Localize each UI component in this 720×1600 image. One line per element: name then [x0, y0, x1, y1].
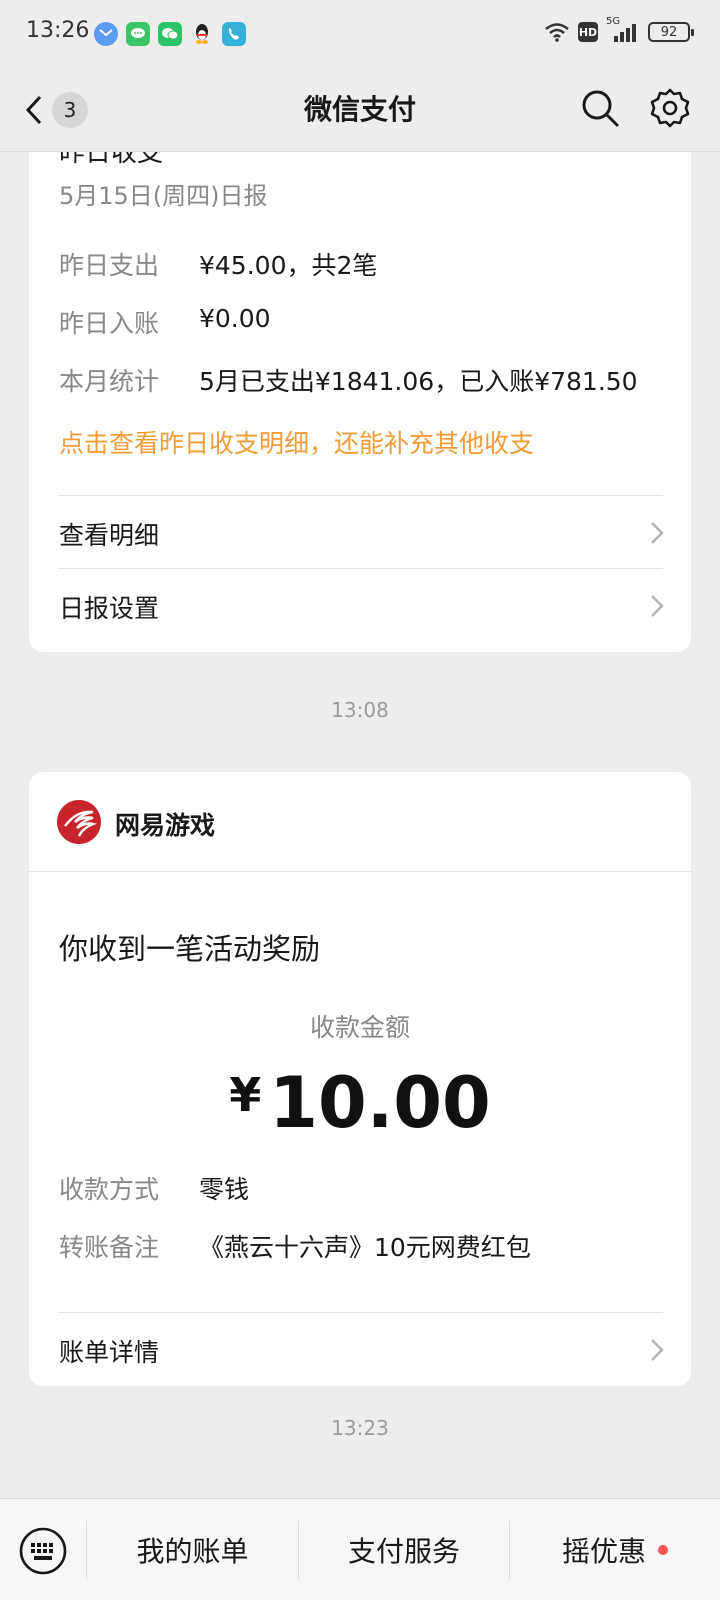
mail-app-icon: [94, 22, 118, 46]
qq-app-icon: [190, 22, 214, 46]
currency-symbol: ¥: [229, 1068, 262, 1122]
wifi-icon: [545, 23, 569, 42]
netease-games-logo: [57, 800, 101, 844]
tab-payment-services-label: 支付服务: [347, 1535, 460, 1568]
status-indicators: HD 5G 92: [544, 16, 694, 44]
income-value: ¥0.00: [199, 304, 271, 333]
report-settings-row[interactable]: 日报设置: [29, 569, 691, 641]
notification-dot: [658, 1545, 668, 1555]
income-label: 昨日入账: [59, 309, 160, 338]
tab-shake-deals[interactable]: 摇优惠: [510, 1499, 720, 1600]
chevron-right-icon: [651, 595, 664, 617]
report-date: 5月15日(周四)日报: [59, 182, 268, 210]
view-details-label: 查看明细: [59, 521, 160, 550]
transfer-note-row: 转账备注 《燕云十六声》10元网费红包: [59, 1228, 531, 1264]
expense-row: 昨日支出 ¥45.00，共2笔: [59, 246, 377, 282]
notification-icons: [94, 22, 246, 46]
monthly-stats-row: 本月统计 5月已支出¥1841.06，已入账¥781.50: [59, 362, 638, 398]
battery-level: 92: [660, 24, 678, 40]
expense-value: ¥45.00，共2笔: [199, 251, 378, 280]
tab-payment-services[interactable]: 支付服务: [299, 1499, 509, 1600]
income-row: 昨日入账 ¥0.00: [59, 304, 271, 340]
chevron-right-icon: [651, 1339, 664, 1361]
amount-label: 收款金额: [309, 1013, 410, 1042]
timestamp: 13:08: [331, 698, 389, 722]
chevron-right-icon: [651, 522, 664, 544]
brand-name: 网易游戏: [115, 811, 216, 840]
expense-label: 昨日支出: [59, 251, 160, 280]
monthly-stats-label: 本月统计: [59, 367, 160, 396]
reward-title: 你收到一笔活动奖励: [59, 932, 321, 966]
nav-bar: 3 微信支付: [0, 68, 720, 152]
tab-my-bills[interactable]: 我的账单: [87, 1499, 298, 1600]
monthly-stats-value: 5月已支出¥1841.06，已入账¥781.50: [199, 367, 638, 396]
daily-report-card: 昨日收支 5月15日(周四)日报 昨日支出 ¥45.00，共2笔 昨日入账 ¥0…: [29, 100, 691, 652]
status-time: 13:26: [26, 18, 90, 43]
report-settings-label: 日报设置: [59, 594, 160, 623]
keyboard-icon[interactable]: [18, 1526, 68, 1576]
bottom-menu-bar: 我的账单 支付服务 摇优惠: [0, 1498, 720, 1600]
transfer-note-label: 转账备注: [59, 1233, 160, 1262]
message-app-icon: [126, 22, 150, 46]
bill-details-label: 账单详情: [59, 1338, 160, 1367]
payment-method-label: 收款方式: [59, 1175, 160, 1204]
view-yesterday-details-link[interactable]: 点击查看昨日收支明细，还能补充其他收支: [59, 424, 534, 460]
brand-header[interactable]: 网易游戏: [29, 772, 691, 872]
battery-icon: 92: [648, 22, 694, 42]
hd-icon: HD: [578, 22, 598, 42]
tab-my-bills-label: 我的账单: [136, 1535, 249, 1568]
payment-method-value: 零钱: [199, 1175, 250, 1204]
tab-shake-deals-label: 摇优惠: [561, 1535, 646, 1568]
bill-details-row[interactable]: 账单详情: [29, 1313, 691, 1385]
gear-icon[interactable]: [648, 86, 692, 130]
amount-value: ¥10.00: [29, 1062, 691, 1144]
transfer-note-value: 《燕云十六声》10元网费红包: [199, 1233, 531, 1262]
timestamp: 13:23: [331, 1416, 389, 1440]
payment-method-row: 收款方式 零钱: [59, 1170, 249, 1206]
phone-app-icon: [222, 22, 246, 46]
amount-number: 10.00: [269, 1062, 491, 1144]
wechat-app-icon: [158, 22, 182, 46]
reward-card[interactable]: 网易游戏 你收到一笔活动奖励 收款金额 ¥10.00 收款方式 零钱 转账备注 …: [29, 772, 691, 1386]
view-details-row[interactable]: 查看明细: [29, 496, 691, 568]
search-icon[interactable]: [578, 86, 622, 130]
signal-icon: 5G: [606, 16, 640, 44]
status-bar: 13:26 HD 5G 92: [0, 0, 720, 68]
